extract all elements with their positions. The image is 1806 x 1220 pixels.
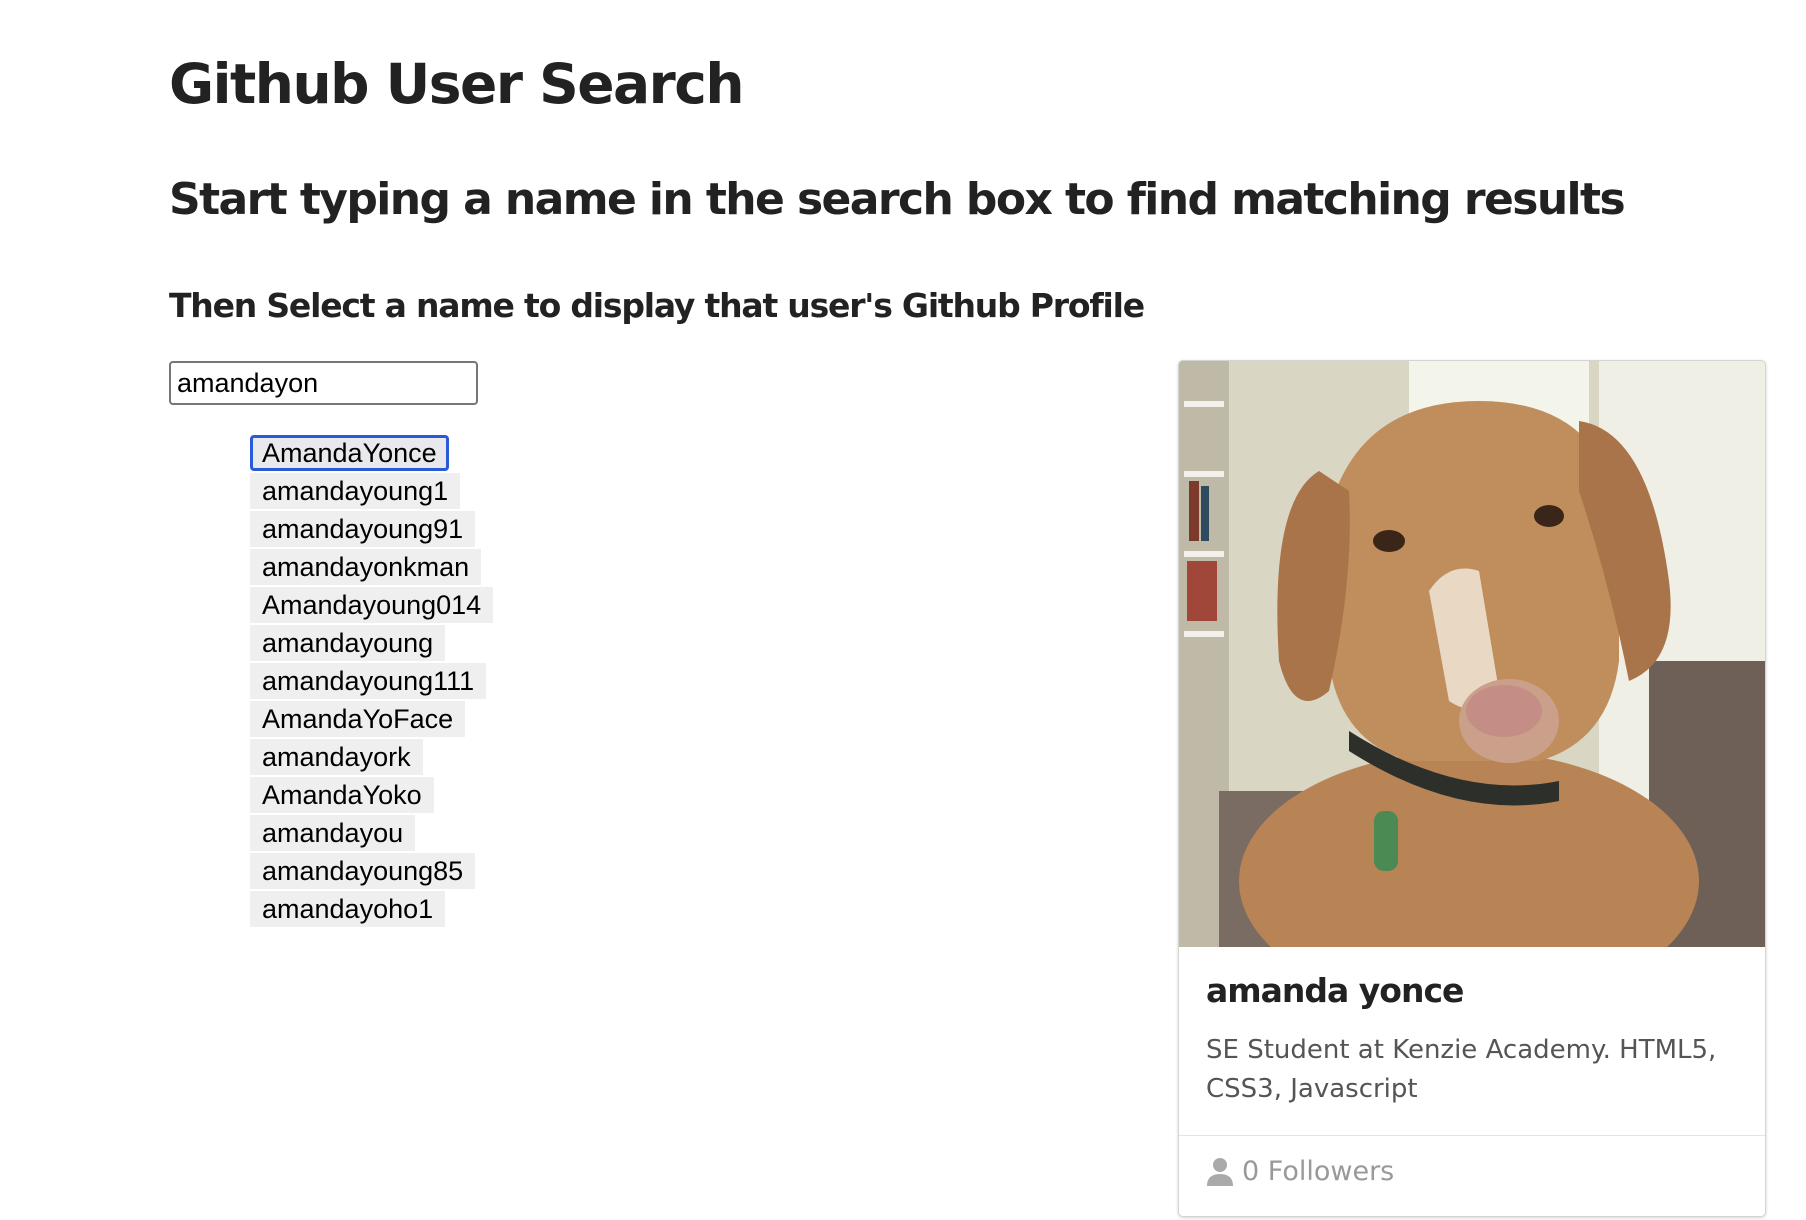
list-item: AmandaYoFace — [250, 701, 493, 739]
result-button[interactable]: AmandaYonce — [250, 435, 449, 471]
result-button[interactable]: amandayoung91 — [250, 511, 476, 547]
results-list: AmandaYonce amandayoung1 amandayoung91 a… — [250, 435, 494, 929]
list-item: amandayork — [250, 739, 493, 777]
list-item: amandayonkman — [250, 549, 493, 587]
page-instruction: Then Select a name to display that user'… — [169, 286, 1145, 325]
dog-photo — [1179, 361, 1765, 1011]
search-input[interactable] — [169, 361, 478, 405]
result-button[interactable]: amandayoho1 — [250, 891, 446, 927]
result-button[interactable]: amandayonkman — [250, 549, 482, 585]
result-button[interactable]: amandayoung111 — [250, 663, 487, 699]
followers-label: 0 Followers — [1242, 1156, 1395, 1187]
list-item: amandayoung85 — [250, 853, 493, 891]
profile-bio: SE Student at Kenzie Academy. HTML5, CSS… — [1206, 1035, 1717, 1104]
list-item: amandayoung1 — [250, 473, 493, 511]
list-item: AmandaYonce — [250, 435, 493, 473]
profile-photo — [1179, 361, 1765, 1011]
list-item: amandayou — [250, 815, 493, 853]
list-item: amandayoung91 — [250, 511, 493, 549]
followers-count: 0 Followers — [1206, 1156, 1394, 1187]
profile-card: amanda yonce SE Student at Kenzie Academ… — [1178, 360, 1766, 1217]
card-divider — [1179, 1135, 1765, 1136]
result-button[interactable]: amandayoung1 — [250, 473, 461, 509]
list-item: amandayoung — [250, 625, 493, 663]
page-subtitle: Start typing a name in the search box to… — [169, 174, 1626, 225]
list-item: Amandayoung014 — [250, 587, 494, 625]
list-item: AmandaYoko — [250, 777, 493, 815]
page-title: Github User Search — [169, 52, 745, 116]
result-button[interactable]: amandayou — [250, 815, 416, 851]
result-button[interactable]: amandayoung — [250, 625, 446, 661]
result-button[interactable]: amandayork — [250, 739, 423, 775]
result-button[interactable]: Amandayoung014 — [250, 587, 494, 623]
result-button[interactable]: amandayoung85 — [250, 853, 476, 889]
list-item: amandayoung111 — [250, 663, 493, 701]
user-icon — [1207, 1157, 1233, 1186]
profile-name: amanda yonce — [1206, 971, 1464, 1010]
result-button[interactable]: AmandaYoFace — [250, 701, 466, 737]
list-item: amandayoho1 — [250, 891, 493, 929]
result-button[interactable]: AmandaYoko — [250, 777, 434, 813]
